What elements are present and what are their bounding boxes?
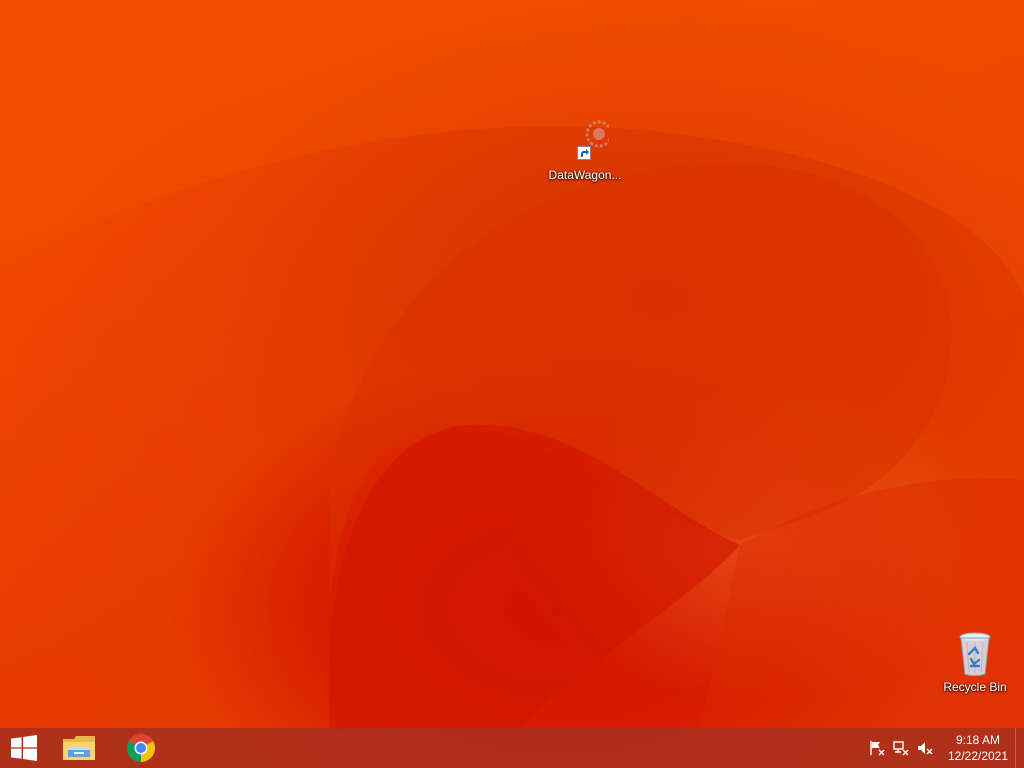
clock-time: 9:18 AM [955,733,1001,747]
file-explorer-icon [63,736,95,760]
chrome-icon [127,734,155,762]
clock[interactable]: 9:18 AM 12/22/2021 [941,728,1015,768]
windows-logo-icon [11,735,37,761]
network-icon[interactable] [889,728,913,768]
recycle-bin-icon [951,630,999,678]
start-button[interactable] [0,728,48,768]
clock-date: 12/22/2021 [947,749,1009,763]
datawagon-label: DataWagon... [548,168,622,182]
action-center-flag-icon[interactable] [865,728,889,768]
volume-muted-icon[interactable] [913,728,937,768]
desktop: DataWagon... Recycle Bin 9:18 AM 12/22/2… [0,0,1024,768]
datawagon-shortcut[interactable]: DataWagon... [547,118,623,182]
taskbar-file-explorer[interactable] [48,728,110,768]
wallpaper [0,0,1024,730]
datawagon-shortcut-icon [561,118,613,166]
taskbar-chrome[interactable] [110,728,172,768]
recycle-bin-label: Recycle Bin [943,680,1007,694]
shortcut-arrow-icon [577,146,591,160]
show-desktop-button[interactable] [1015,728,1024,768]
taskbar: 9:18 AM 12/22/2021 [0,728,1024,768]
recycle-bin[interactable]: Recycle Bin [937,630,1013,694]
system-tray: 9:18 AM 12/22/2021 [865,728,1024,768]
